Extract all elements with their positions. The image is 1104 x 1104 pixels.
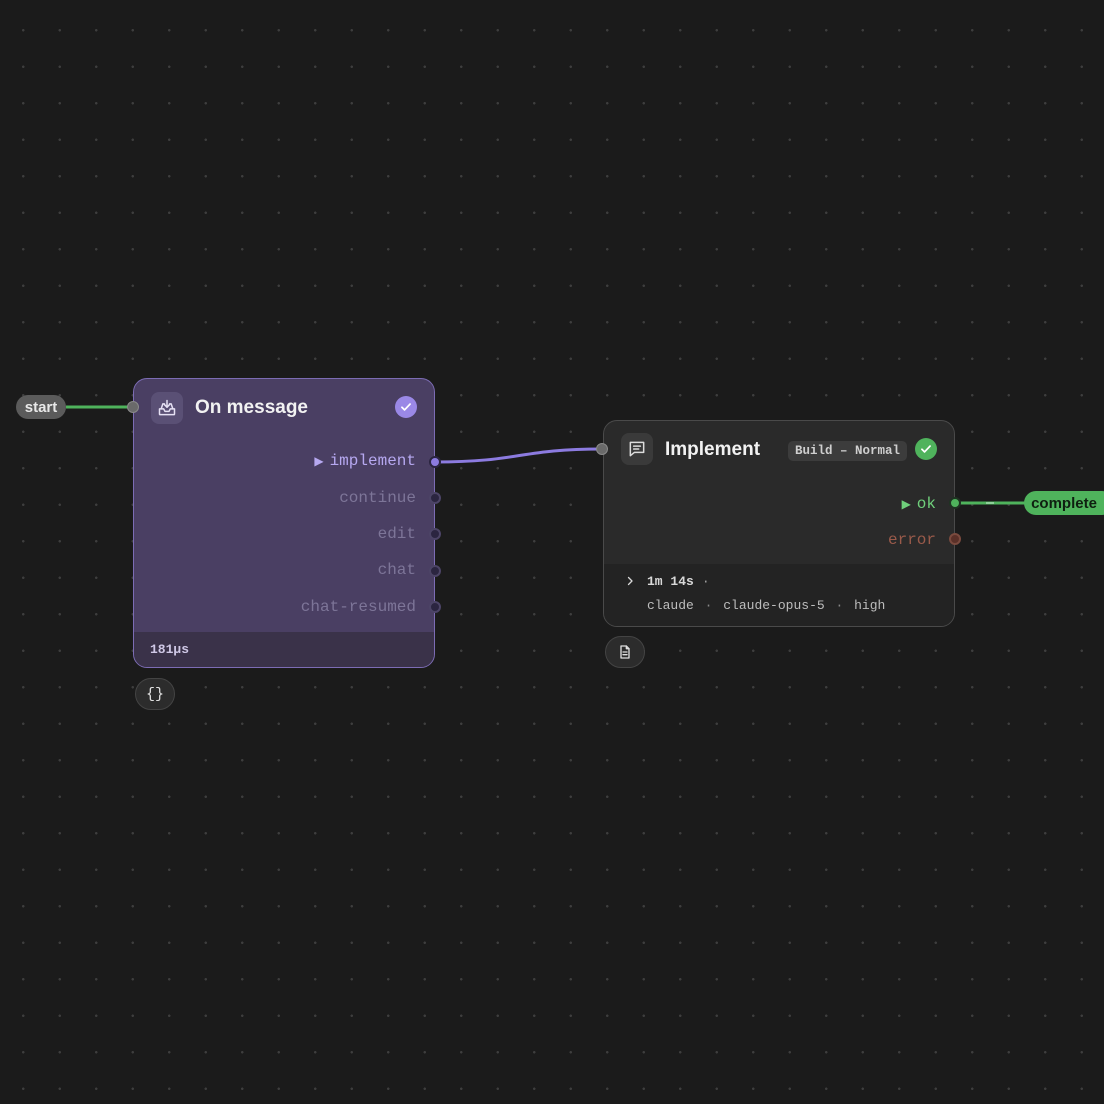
continue-output-port[interactable] xyxy=(429,492,441,504)
output-ok-label: ok xyxy=(916,495,936,513)
on-message-icon-box xyxy=(151,392,183,424)
output-ok[interactable]: ▶ ok xyxy=(902,495,936,513)
complete-terminal[interactable]: complete xyxy=(1024,491,1104,515)
output-error[interactable]: error xyxy=(888,531,936,549)
implement-duration: 1m 14s xyxy=(647,573,694,589)
play-icon: ▶ xyxy=(901,498,911,512)
implement-icon-box xyxy=(621,433,653,465)
implement-input-port[interactable] xyxy=(596,443,608,455)
output-chat[interactable]: chat xyxy=(378,561,416,579)
on-message-node[interactable]: On message ▶ implement continue edit chat… xyxy=(133,378,435,668)
check-icon xyxy=(921,445,931,453)
on-message-input-port[interactable] xyxy=(127,401,139,413)
output-error-label: error xyxy=(887,531,936,549)
ok-output-port[interactable] xyxy=(949,497,961,509)
on-message-footer: 181µs xyxy=(134,632,434,667)
edge-implement-to-implement-node xyxy=(434,447,603,464)
output-continue-label: continue xyxy=(339,489,416,507)
edit-output-port[interactable] xyxy=(429,528,441,540)
output-chat-resumed-label: chat-resumed xyxy=(300,598,416,616)
on-message-duration: 181µs xyxy=(150,642,190,657)
on-message-title: On message xyxy=(195,397,308,418)
on-message-status-check xyxy=(395,396,417,418)
effort-level: high xyxy=(854,598,886,613)
output-implement[interactable]: ▶ implement xyxy=(314,452,416,470)
view-json-button[interactable]: {} xyxy=(135,678,175,710)
error-output-port[interactable] xyxy=(949,533,961,545)
implement-node[interactable]: Implement Build – Normal ▶ ok error 1m 14… xyxy=(603,420,955,627)
implement-output-port[interactable] xyxy=(429,456,441,468)
inbox-icon xyxy=(158,399,176,416)
chat-resumed-output-port[interactable] xyxy=(429,601,441,613)
check-icon xyxy=(401,403,411,411)
view-output-button[interactable] xyxy=(605,636,645,668)
provider-name: claude xyxy=(647,598,694,613)
model-name: claude-opus-5 xyxy=(723,598,825,613)
duration-separator: · xyxy=(701,573,710,589)
output-chat-resumed[interactable]: chat-resumed xyxy=(301,598,416,616)
model-info: claude · claude-opus-5 · high xyxy=(647,598,885,613)
meta-separator: · xyxy=(835,598,844,613)
output-edit[interactable]: edit xyxy=(378,525,416,543)
document-icon xyxy=(620,645,630,659)
play-icon: ▶ xyxy=(314,455,324,469)
output-implement-label: implement xyxy=(329,452,416,470)
start-terminal[interactable]: start xyxy=(16,395,66,419)
implement-status-check xyxy=(915,438,937,460)
mode-badge: Build – Normal xyxy=(788,441,908,461)
chat-output-port[interactable] xyxy=(429,565,441,577)
output-continue[interactable]: continue xyxy=(339,489,416,507)
output-chat-label: chat xyxy=(377,561,416,579)
output-edit-label: edit xyxy=(377,525,416,543)
run-details-toggle[interactable]: 1m 14s · xyxy=(624,572,710,590)
chevron-right-icon xyxy=(627,576,633,586)
message-icon xyxy=(629,441,645,457)
implement-footer: 1m 14s · claude · claude-opus-5 · high xyxy=(604,564,954,626)
meta-separator: · xyxy=(704,598,713,613)
implement-title: Implement xyxy=(665,439,761,460)
braces-icon: {} xyxy=(145,685,164,703)
